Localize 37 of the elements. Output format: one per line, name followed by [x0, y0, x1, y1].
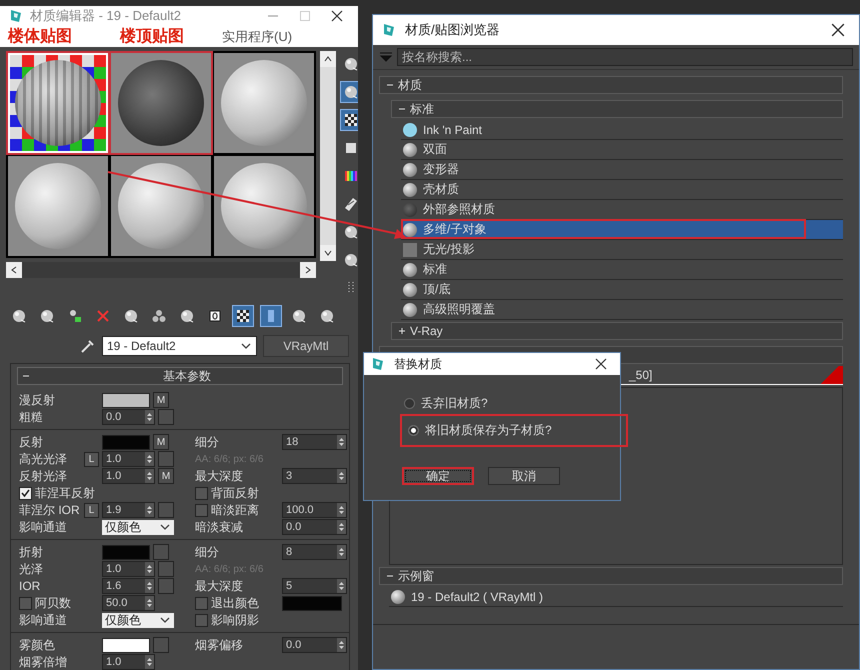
checkbox-label: 暗淡距离 — [211, 502, 260, 518]
annotation-label: 楼体贴图 — [8, 26, 72, 47]
radio-label: 将旧材质保存为子材质? — [425, 422, 552, 439]
param-label: 暗淡衰减 — [195, 518, 244, 536]
param-label: 最大深度 — [195, 468, 244, 484]
checkbox-label: 背面反射 — [211, 484, 260, 502]
param-label: 反射 — [19, 434, 44, 450]
window-title: 材质编辑器 - 19 - Default2 — [30, 7, 181, 25]
param-label: 折射 — [19, 544, 44, 560]
param-label: 反射光泽 — [19, 468, 68, 484]
param-label: 烟雾倍增 — [19, 654, 68, 670]
checkbox-label: 阿贝数 — [35, 594, 72, 612]
group-title: V-Ray — [410, 324, 443, 338]
param-label: 细分 — [195, 544, 220, 560]
param-label: 细分 — [195, 434, 220, 450]
material-label: _50] — [629, 368, 652, 382]
param-label: 影响通道 — [19, 612, 68, 628]
rollout-title: 基本参数 — [162, 368, 212, 384]
param-label: 最大深度 — [195, 578, 244, 594]
group-title: 标准 — [410, 100, 434, 118]
param-label: 高光光泽 — [19, 450, 68, 468]
param-label: 粗糙 — [19, 408, 44, 426]
param-label: 菲涅尔 IOR — [19, 502, 81, 518]
checkbox-label: 影响阴影 — [211, 612, 260, 628]
checkbox-label: 菲涅耳反射 — [35, 484, 96, 502]
group-title: 示例窗 — [398, 568, 434, 584]
group-title: 材质 — [398, 76, 422, 94]
radio-label: 丢弃旧材质? — [421, 395, 488, 412]
param-label: 烟雾偏移 — [195, 636, 244, 654]
annotation-label: 楼顶贴图 — [120, 26, 184, 47]
param-label: 雾颜色 — [19, 636, 56, 654]
param-label: 漫反射 — [19, 392, 56, 408]
param-label: 影响通道 — [19, 518, 68, 536]
param-label: 光泽 — [19, 560, 44, 578]
checkbox-label: 退出颜色 — [211, 594, 260, 612]
window-title: 材质/贴图浏览器 — [405, 21, 500, 39]
param-label: IOR — [19, 579, 42, 593]
